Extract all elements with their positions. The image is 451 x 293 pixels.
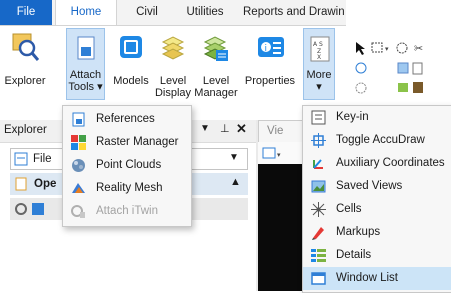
references-icon xyxy=(72,112,85,127)
ribbon-tab-bar: File Home Civil Utilities Reports and Dr… xyxy=(0,0,346,26)
file-label: File xyxy=(33,153,52,165)
view-tab[interactable]: Vie xyxy=(258,120,306,143)
level-manager-label-2: Manager xyxy=(194,87,238,99)
properties-button[interactable]: i Properties xyxy=(244,28,296,100)
svg-text:A S: A S xyxy=(313,41,323,48)
models-button[interactable]: Models xyxy=(110,28,152,100)
attach-tools-button[interactable]: Attach Tools ▾ xyxy=(66,28,105,100)
models-icon xyxy=(120,36,142,58)
models-label: Models xyxy=(113,75,149,87)
more-label-2: ▾ xyxy=(316,81,322,93)
attach-tools-menu: References Raster Manager Point Clouds R… xyxy=(62,105,192,227)
markups-icon xyxy=(312,227,324,240)
menu-label: Details xyxy=(336,249,372,261)
more-label-1: More xyxy=(306,69,332,81)
menu-item-saved-views[interactable]: Saved Views xyxy=(303,175,451,198)
view-icon[interactable]: ▾ xyxy=(262,147,284,160)
level-display-label-2: Display xyxy=(154,87,192,99)
file-icon xyxy=(14,152,28,166)
raster-manager-icon xyxy=(71,135,86,150)
reality-mesh-icon xyxy=(72,183,85,193)
menu-label: Auxiliary Coordinates xyxy=(336,157,445,169)
view-toolbar: ▾ xyxy=(258,142,304,164)
small-tool-grid: ▾ ✂ xyxy=(346,25,451,103)
level-manager-icon xyxy=(203,36,228,61)
more-button[interactable]: A S Z X More ▾ xyxy=(303,28,335,100)
tab-reports-and-drawings[interactable]: Reports and Drawin xyxy=(243,0,353,25)
tab-home[interactable]: Home xyxy=(55,0,117,26)
level-display-label-1: Level xyxy=(159,75,187,87)
menu-label: Saved Views xyxy=(336,180,403,192)
menu-label: Toggle AccuDraw xyxy=(336,134,425,146)
menu-item-raster-manager[interactable]: Raster Manager xyxy=(63,131,191,154)
tab-civil[interactable]: Civil xyxy=(125,0,169,25)
aux-coordinates-icon xyxy=(313,159,323,169)
cells-icon xyxy=(311,202,326,217)
explorer-button[interactable]: Explorer xyxy=(3,28,47,100)
file-dropdown-icon[interactable]: ▼ xyxy=(229,152,239,163)
menu-label: Markups xyxy=(336,226,381,238)
small-tools-icons: ▾ ✂ xyxy=(355,42,423,94)
menu-item-key-in[interactable]: Key-in xyxy=(303,106,451,129)
menu-item-attach-itwin: Attach iTwin xyxy=(63,200,191,223)
menu-label: References xyxy=(96,113,155,125)
svg-text:X: X xyxy=(317,54,321,61)
menu-label: Point Clouds xyxy=(96,159,162,171)
attach-label-1: Attach xyxy=(69,69,102,81)
level-manager-label-1: Level xyxy=(202,75,230,87)
explorer-menu-arrow-icon[interactable]: ▼ xyxy=(200,123,210,134)
level-display-icon xyxy=(161,36,185,60)
explorer-icon xyxy=(12,33,39,61)
svg-text:✂: ✂ xyxy=(414,42,423,55)
menu-label: Raster Manager xyxy=(96,136,179,148)
menu-item-cells[interactable]: Cells xyxy=(303,198,451,221)
window-list-icon xyxy=(311,272,326,285)
menu-item-point-clouds[interactable]: Point Clouds xyxy=(63,154,191,177)
tab-utilities[interactable]: Utilities xyxy=(176,0,234,25)
menu-item-markups[interactable]: Markups xyxy=(303,221,451,244)
menu-item-references[interactable]: References xyxy=(63,108,191,131)
explorer-toolbar-icons[interactable] xyxy=(14,201,54,217)
view-window-area: Vie ▾ xyxy=(256,120,306,291)
svg-text:i: i xyxy=(265,44,268,54)
menu-label: Key-in xyxy=(336,111,369,123)
menu-item-details[interactable]: Details xyxy=(303,244,451,267)
menu-label: Reality Mesh xyxy=(96,182,163,194)
properties-label: Properties xyxy=(244,75,296,87)
menu-item-reality-mesh[interactable]: Reality Mesh xyxy=(63,177,191,200)
explorer-label: Explorer xyxy=(4,75,46,87)
open-label: Ope xyxy=(34,178,57,190)
view-tab-label: Vie xyxy=(267,125,284,137)
open-file-icon xyxy=(15,177,27,191)
saved-views-icon xyxy=(311,180,326,193)
accudraw-icon xyxy=(311,133,326,148)
level-display-button[interactable]: Level Display xyxy=(153,28,193,100)
tab-file[interactable]: File xyxy=(0,0,52,25)
menu-item-window-list[interactable]: Window List xyxy=(303,267,451,290)
menu-label: Cells xyxy=(336,203,362,215)
svg-text:▾: ▾ xyxy=(385,45,389,53)
explorer-close-icon[interactable]: ✕ xyxy=(236,121,247,137)
more-icon: A S Z X xyxy=(310,36,330,62)
svg-text:▾: ▾ xyxy=(277,151,281,159)
collapse-chevron-icon[interactable]: ▲ xyxy=(230,176,241,188)
menu-item-auxiliary-coordinates[interactable]: Auxiliary Coordinates xyxy=(303,152,451,175)
view-canvas[interactable] xyxy=(258,164,304,291)
menu-label: Attach iTwin xyxy=(96,205,158,217)
level-manager-button[interactable]: Level Manager xyxy=(194,28,238,100)
explorer-pin-icon[interactable]: ⊥ xyxy=(220,122,230,135)
properties-icon: i xyxy=(258,37,284,57)
more-menu: Key-in Toggle AccuDraw Auxiliary Coordin… xyxy=(302,105,451,293)
menu-label: Window List xyxy=(336,272,398,284)
point-clouds-icon xyxy=(72,159,85,172)
attach-label-2: Tools ▾ xyxy=(68,81,103,93)
menu-item-toggle-accudraw[interactable]: Toggle AccuDraw xyxy=(303,129,451,152)
attach-tools-icon xyxy=(77,36,95,60)
details-icon xyxy=(311,249,326,262)
explorer-title: Explorer xyxy=(4,124,47,136)
attach-itwin-icon xyxy=(71,205,85,218)
key-in-icon xyxy=(311,110,326,125)
